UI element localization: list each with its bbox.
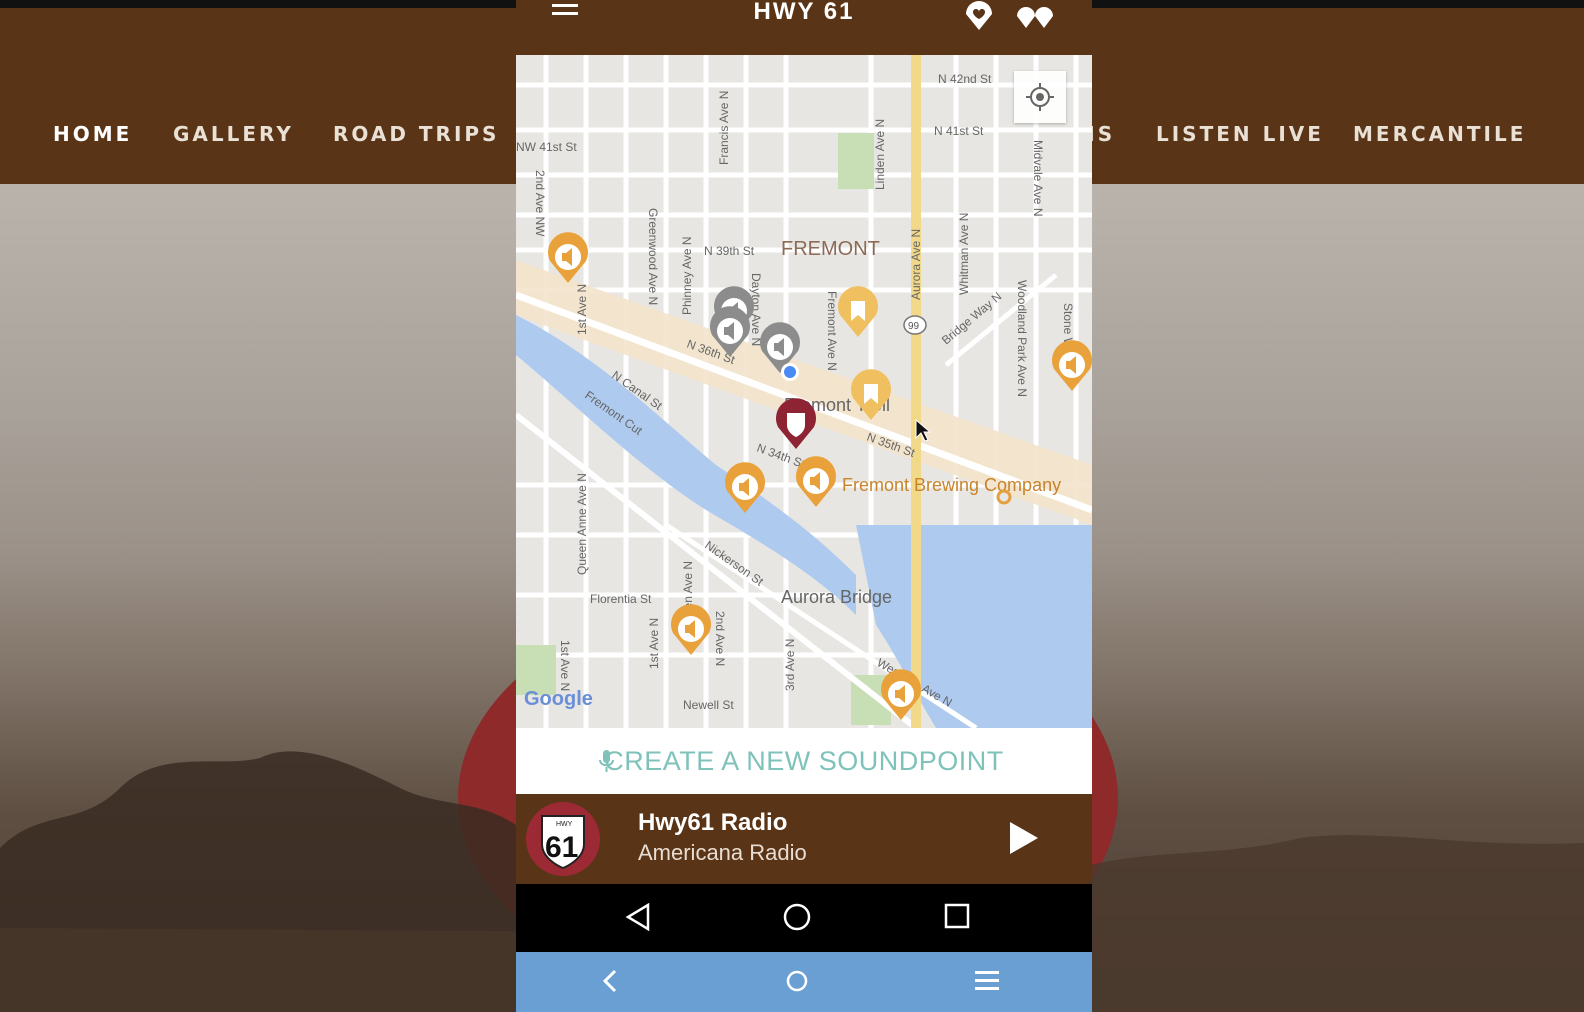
nav-mercantile[interactable]: MERCANTILE <box>1353 122 1526 146</box>
map-canvas[interactable]: N 42nd St N 41st St NW 41st St 2nd Ave N… <box>516 55 1092 728</box>
android-navigation-bar <box>516 884 1092 952</box>
back-icon[interactable] <box>624 902 652 932</box>
street-label: Francis Ave N <box>717 91 731 165</box>
create-soundpoint-button[interactable]: CREATE A NEW SOUNDPOINT <box>516 728 1092 795</box>
phone-screen: HWY 61 N 42nd St N 41st St NW 41st St 2n… <box>516 0 1092 1012</box>
svg-text:99: 99 <box>908 321 920 332</box>
street-label: N 42nd St <box>938 72 992 86</box>
poi-fremont-brewing: Fremont Brewing Company <box>842 475 1061 495</box>
create-soundpoint-label: CREATE A NEW SOUNDPOINT <box>604 746 1004 776</box>
pins-icon[interactable] <box>1014 4 1058 30</box>
svg-text:61: 61 <box>545 831 578 864</box>
location-heart-icon[interactable] <box>962 0 996 32</box>
radio-player-bar[interactable]: HWY 61 Hwy61 Radio Americana Radio <box>516 794 1092 884</box>
street-label: 3rd Ave N <box>783 639 797 691</box>
street-label: Woodland Park Ave N <box>1015 280 1029 397</box>
district-label: FREMONT <box>781 238 880 260</box>
street-label: 1st Ave N <box>558 640 572 691</box>
app-title: HWY 61 <box>753 0 855 25</box>
street-label: Phinney Ave N <box>680 237 694 316</box>
street-label: N 41st St <box>934 124 984 138</box>
soundpoint-marker[interactable] <box>796 456 836 507</box>
station-subtitle: Americana Radio <box>638 840 807 865</box>
street-label: Midvale Ave N <box>1031 140 1045 216</box>
street-label: N 39th St <box>704 244 755 258</box>
street-label: Greenwood Ave N <box>646 208 660 305</box>
street-label: 1st Ave N <box>575 284 589 335</box>
street-label: Florentia St <box>590 592 652 606</box>
station-title: Hwy61 Radio <box>638 809 788 836</box>
browser-back-icon[interactable] <box>600 968 620 994</box>
street-label: NW 41st St <box>516 140 577 154</box>
street-label: Whitman Ave N <box>957 213 971 295</box>
my-location-button[interactable] <box>1014 71 1066 123</box>
google-logo: Google <box>524 688 593 710</box>
street-label: Nickerson St <box>702 538 766 589</box>
street-label: Aurora Ave N <box>909 229 923 300</box>
highway-shield: 99 <box>903 315 927 335</box>
svg-text:HWY: HWY <box>556 821 573 828</box>
street-label: 1st Ave N <box>647 618 661 669</box>
crosshair-icon <box>1026 83 1054 111</box>
nav-road-trips[interactable]: ROAD TRIPS <box>333 122 499 146</box>
street-label: 2nd Ave NW <box>533 170 547 237</box>
nav-listen-live[interactable]: LISTEN LIVE <box>1156 122 1324 146</box>
play-icon[interactable] <box>1008 820 1040 856</box>
poi-aurora-bridge: Aurora Bridge <box>781 587 892 607</box>
browser-menu-icon[interactable] <box>974 969 1000 993</box>
street-label: Linden Ave N <box>873 119 887 190</box>
soundpoint-marker[interactable] <box>1052 340 1092 391</box>
browser-navigation-bar <box>516 952 1092 1012</box>
street-label: Fremont Ave N <box>825 291 839 371</box>
street-label: 2nd Ave N <box>713 611 727 666</box>
hwy61-logo: HWY 61 <box>526 802 600 876</box>
nav-home[interactable]: HOME <box>53 122 132 146</box>
hwy61-marker[interactable] <box>776 398 816 449</box>
nav-gallery[interactable]: GALLERY <box>173 122 294 146</box>
map-view[interactable]: N 42nd St N 41st St NW 41st St 2nd Ave N… <box>516 55 1092 728</box>
browser-home-icon[interactable] <box>784 968 810 994</box>
app-header: HWY 61 <box>516 0 1092 55</box>
street-label: Newell St <box>683 698 734 712</box>
home-icon[interactable] <box>782 902 812 932</box>
street-label: Queen Anne Ave N <box>575 473 589 575</box>
recents-icon[interactable] <box>944 903 970 931</box>
